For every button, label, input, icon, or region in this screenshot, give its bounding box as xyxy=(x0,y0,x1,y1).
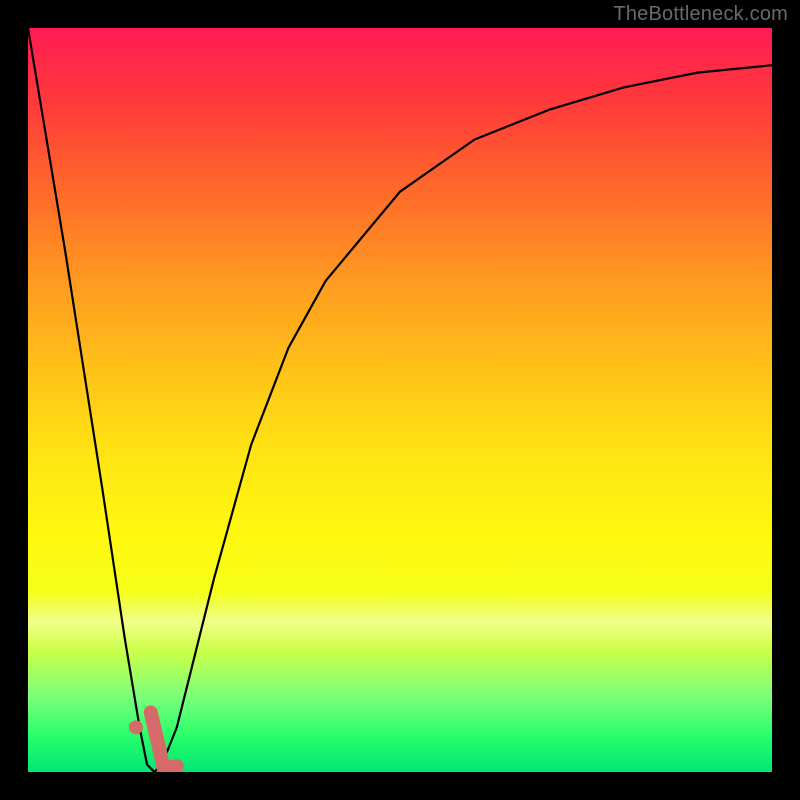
chart-svg xyxy=(28,28,772,772)
watermark-text: TheBottleneck.com xyxy=(613,3,788,26)
chart-container: TheBottleneck.com xyxy=(0,0,800,800)
bottleneck-curve xyxy=(28,28,772,772)
plot-area xyxy=(28,28,772,772)
selection-tick-icon xyxy=(151,712,177,768)
selection-dot-icon xyxy=(129,720,143,734)
